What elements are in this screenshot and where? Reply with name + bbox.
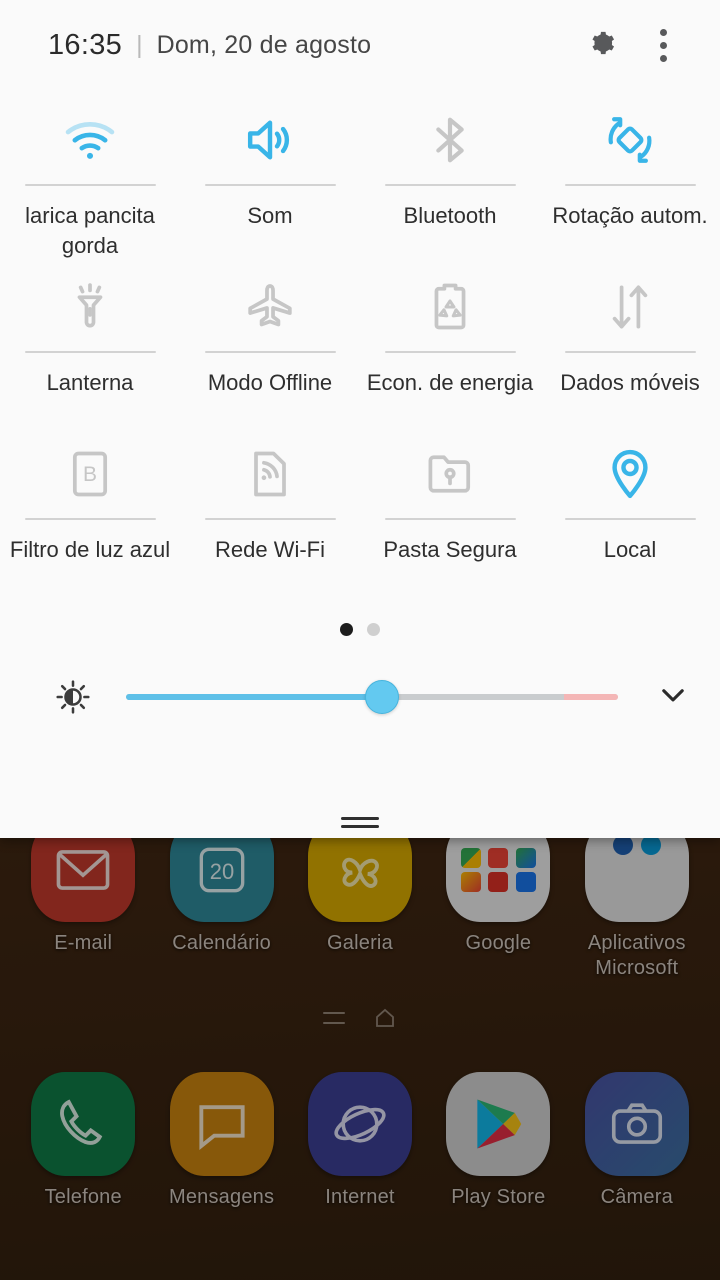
brightness-row: [0, 657, 720, 737]
tile-label: Modo Offline: [207, 370, 333, 395]
tile-row-2: Lanterna Modo Offline Econ. de energia D…: [0, 261, 720, 428]
panel-drag-handle[interactable]: [0, 817, 720, 828]
tile-dados-moveis[interactable]: Dados móveis: [540, 261, 720, 428]
tile-divider: [564, 518, 696, 520]
battery-saver-icon: [360, 271, 540, 343]
slider-fill: [126, 694, 382, 700]
bluetooth-icon: [360, 104, 540, 176]
tile-divider: [204, 518, 336, 520]
flashlight-icon: [0, 271, 180, 343]
settings-button[interactable]: [570, 14, 632, 76]
wifi-sharing-icon: [180, 438, 360, 510]
tile-label: Lanterna: [46, 370, 134, 395]
tile-local[interactable]: Local: [540, 428, 720, 595]
tile-label: Local: [603, 537, 657, 562]
secure-folder-icon: [360, 438, 540, 510]
overflow-menu-button[interactable]: [632, 14, 694, 76]
status-time: 16:35: [48, 28, 123, 61]
quick-panel-page-dots[interactable]: [0, 617, 720, 641]
tile-label: larica pancita gorda: [25, 203, 155, 258]
sound-icon: [180, 104, 360, 176]
tile-filtro-luz-azul[interactable]: B Filtro de luz azul: [0, 428, 180, 595]
tile-label: Rotação autom.: [552, 203, 708, 228]
auto-rotate-icon: [540, 104, 720, 176]
tile-divider: [384, 184, 516, 186]
wifi-icon: [0, 104, 180, 176]
tile-divider: [384, 518, 516, 520]
location-pin-icon: [540, 438, 720, 510]
tile-label: Rede Wi-Fi: [214, 537, 325, 562]
quick-panel-header: 16:35 | Dom, 20 de agosto: [0, 0, 720, 90]
tile-modo-offline[interactable]: Modo Offline: [180, 261, 360, 428]
slider-warning-zone: [563, 694, 618, 700]
tile-divider: [24, 184, 156, 186]
tile-label: Pasta Segura: [383, 537, 517, 562]
tile-pasta-segura[interactable]: Pasta Segura: [360, 428, 540, 595]
tile-bluetooth[interactable]: Bluetooth: [360, 94, 540, 261]
slider-thumb[interactable]: [364, 680, 399, 714]
tile-divider: [24, 518, 156, 520]
blue-light-filter-icon: B: [0, 438, 180, 510]
tile-divider: [384, 351, 516, 353]
brightness-slider[interactable]: [126, 674, 618, 720]
page-dot-active[interactable]: [340, 622, 353, 636]
quick-settings-panel: 16:35 | Dom, 20 de agosto larica pancita…: [0, 0, 720, 838]
tile-wifi[interactable]: larica pancita gorda: [0, 94, 180, 261]
header-separator: |: [136, 30, 143, 59]
tile-row-1: larica pancita gorda Som Bluetooth Rotaç…: [0, 94, 720, 261]
tile-label: Filtro de luz azul: [9, 537, 171, 562]
tile-econ-energia[interactable]: Econ. de energia: [360, 261, 540, 428]
tile-label: Dados móveis: [560, 370, 700, 395]
chevron-down-icon: [656, 678, 690, 717]
tile-divider: [564, 184, 696, 186]
more-vertical-icon: [659, 28, 667, 62]
tile-auto-rotate[interactable]: Rotação autom.: [540, 94, 720, 261]
page-dot-inactive[interactable]: [367, 622, 380, 636]
tile-label: Som: [247, 203, 293, 228]
mobile-data-icon: [540, 271, 720, 343]
tile-row-3: B Filtro de luz azul Rede Wi-Fi Pasta Se…: [0, 428, 720, 595]
status-date: Dom, 20 de agosto: [156, 30, 372, 59]
tile-divider: [204, 351, 336, 353]
brightness-auto-icon[interactable]: [46, 679, 100, 715]
svg-text:B: B: [83, 463, 97, 486]
tile-label: Econ. de energia: [366, 370, 534, 395]
tile-som[interactable]: Som: [180, 94, 360, 261]
quick-settings-tiles: larica pancita gorda Som Bluetooth Rotaç…: [0, 90, 720, 595]
expand-button[interactable]: [648, 678, 698, 717]
tile-divider: [24, 351, 156, 353]
airplane-icon: [180, 271, 360, 343]
tile-rede-wifi[interactable]: Rede Wi-Fi: [180, 428, 360, 595]
tile-divider: [564, 351, 696, 353]
tile-divider: [204, 184, 336, 186]
gear-icon: [585, 27, 617, 64]
tile-label: Bluetooth: [403, 203, 497, 228]
tile-lanterna[interactable]: Lanterna: [0, 261, 180, 428]
